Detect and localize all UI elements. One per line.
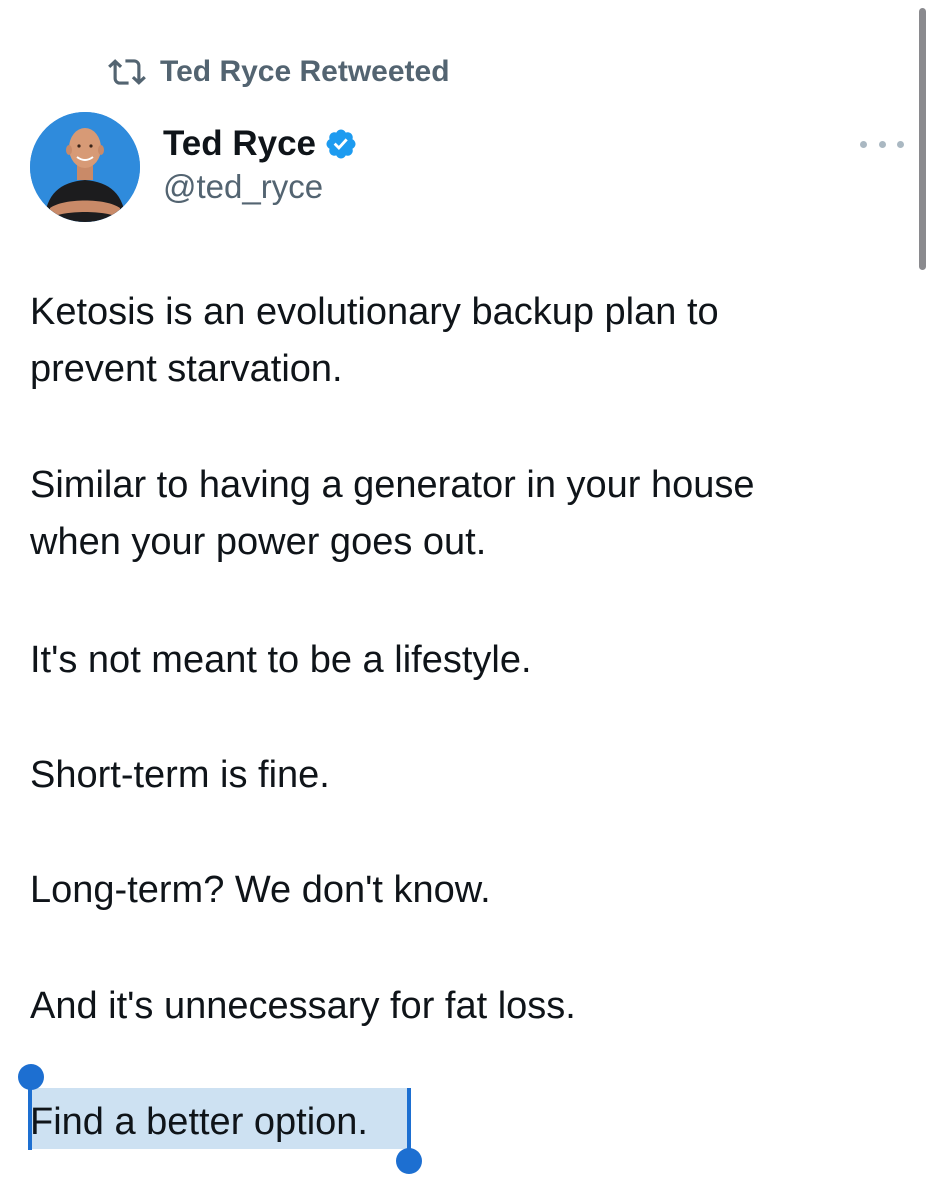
more-dot — [878, 140, 886, 148]
tweet-line: And it's unnecessary for fat loss. — [30, 985, 576, 1027]
selected-text[interactable]: Find a better option. — [30, 1101, 368, 1143]
scrollbar[interactable] — [919, 8, 926, 270]
selection-end-handle-knob[interactable] — [396, 1148, 422, 1174]
tweet-paragraph-5: Long-term? We don't know. — [30, 862, 900, 919]
tweet-line: It's not meant to be a lifestyle. — [30, 639, 532, 681]
tweet-line: Ketosis is an evolutionary backup plan t… — [30, 291, 719, 333]
tweet-paragraph-4: Short-term is fine. — [30, 747, 900, 804]
tweet-line: prevent starvation. — [30, 348, 343, 390]
tweet-paragraph-1: Ketosis is an evolutionary backup plan t… — [30, 284, 900, 398]
author-handle[interactable]: @ted_ryce — [163, 168, 323, 206]
author-name-row[interactable]: Ted Ryce — [163, 122, 358, 166]
verified-badge-icon[interactable] — [324, 127, 358, 161]
tweet-line: Similar to having a generator in your ho… — [30, 464, 755, 506]
retweet-icon — [108, 53, 146, 91]
more-options-icon[interactable] — [860, 134, 904, 154]
author-name[interactable]: Ted Ryce — [163, 124, 316, 164]
tweet-paragraph-2: Similar to having a generator in your ho… — [30, 457, 900, 571]
tweet-paragraph-6: And it's unnecessary for fat loss. — [30, 978, 900, 1035]
avatar-photo — [30, 112, 140, 222]
tweet-line: Long-term? We don't know. — [30, 869, 491, 911]
selection-start-handle-knob[interactable] — [18, 1064, 44, 1090]
tweet-paragraph-3: It's not meant to be a lifestyle. — [30, 632, 900, 689]
retweet-label: Ted Ryce Retweeted — [160, 55, 450, 88]
tweet-line: Short-term is fine. — [30, 754, 330, 796]
tweet-paragraph-7-selected[interactable]: Find a better option. — [30, 1094, 900, 1151]
avatar[interactable] — [30, 112, 140, 222]
more-dot — [897, 140, 904, 148]
tweet-line: when your power goes out. — [30, 521, 487, 563]
retweet-banner[interactable]: Ted Ryce Retweeted — [108, 52, 450, 92]
more-dot — [860, 140, 867, 148]
